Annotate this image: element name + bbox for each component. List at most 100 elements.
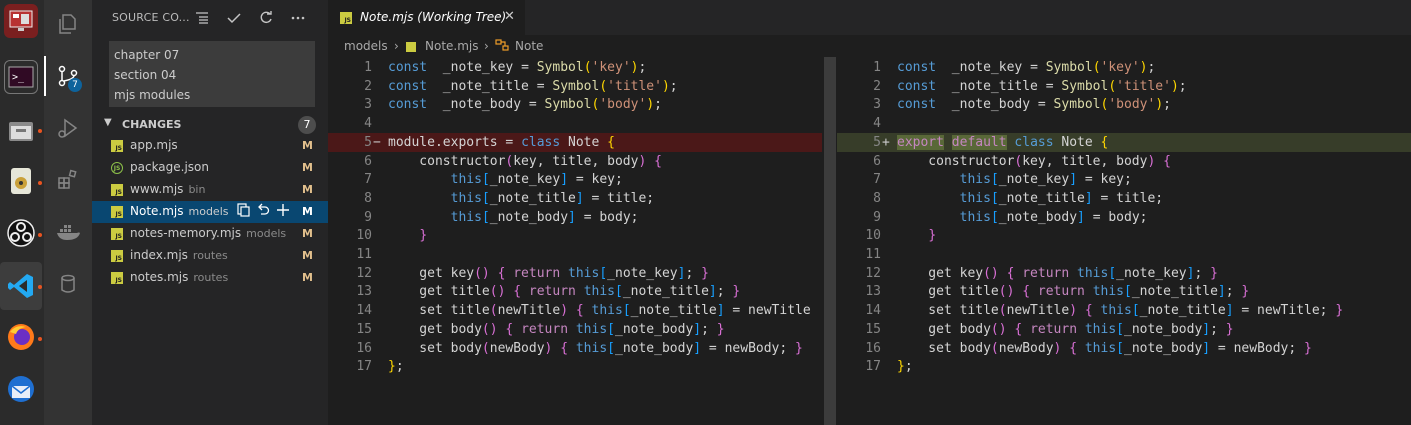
code-token: this <box>1092 284 1124 300</box>
code-line[interactable]: 17}; <box>837 357 1411 376</box>
code-line[interactable]: 6 constructor(key, title, body) { <box>328 152 822 171</box>
refresh-icon[interactable] <box>256 8 276 28</box>
breadcrumb-item[interactable]: Note.mjs <box>425 39 479 53</box>
code-text: constructor(key, title, body) { <box>897 152 1171 171</box>
diff-line-removed[interactable]: 5− module.exports = class Note { <box>328 132 822 152</box>
code-line[interactable]: 2 const _note_title = Symbol('title'); <box>328 77 822 96</box>
scrollbar-thumb[interactable] <box>824 57 836 425</box>
code-line[interactable]: 10 } <box>328 226 822 245</box>
code-line[interactable]: 3 const _note_body = Symbol('body'); <box>837 95 1411 114</box>
dock-files-icon[interactable] <box>4 114 38 148</box>
code-line[interactable]: 7 this[_note_key] = key; <box>837 170 1411 189</box>
editor-tab[interactable]: JS Note.mjs (Working Tree) ✕ <box>328 0 525 35</box>
code-line[interactable]: 17}; <box>328 357 822 376</box>
source-control-icon[interactable] <box>44 56 92 96</box>
code-text: this[_note_body] = body; <box>388 208 639 227</box>
code-line[interactable]: 16 set body(newBody) { this[_note_body] … <box>837 339 1411 358</box>
chevron-right-icon: › <box>484 39 489 53</box>
code-line[interactable]: 2 const _note_title = Symbol('title'); <box>837 77 1411 96</box>
code-token: { <box>607 134 615 150</box>
database-icon[interactable] <box>44 264 92 304</box>
diff-line-added[interactable]: 5 + export default class Note { <box>837 132 1411 152</box>
code-token: _note_title <box>427 78 537 94</box>
changes-section-header[interactable]: ▼ CHANGES 7 <box>92 114 328 136</box>
file-status: M <box>302 183 313 196</box>
explorer-icon[interactable] <box>44 4 92 44</box>
diff-scrollbar[interactable] <box>822 57 837 425</box>
code-line[interactable]: 1 const _note_key = Symbol('key'); <box>837 58 1411 77</box>
code-token: = title; <box>583 190 655 206</box>
commit-message-input[interactable]: chapter 07 section 04 mjs modules <box>109 41 315 107</box>
more-actions-icon[interactable] <box>288 8 308 28</box>
view-as-tree-icon[interactable] <box>192 8 212 28</box>
line-number: 13 <box>865 284 881 300</box>
close-icon[interactable]: ✕ <box>504 9 515 24</box>
code-line[interactable]: 8 this[_note_title] = title; <box>837 189 1411 208</box>
code-text: get body() { return this[_note_body]; } <box>897 320 1233 339</box>
open-file-icon[interactable] <box>236 203 250 221</box>
code-token: ; <box>1178 78 1187 94</box>
code-line[interactable]: 15 get body() { return this[_note_body];… <box>328 320 822 339</box>
code-line[interactable]: 10 } <box>837 226 1411 245</box>
code-text: module.exports = class Note { <box>388 133 615 152</box>
file-dir: bin <box>188 183 206 196</box>
code-line[interactable]: 6 constructor(key, title, body) { <box>837 152 1411 171</box>
code-line[interactable]: 11 <box>837 245 1411 264</box>
code-text: set body(newBody) { this[_note_body] = n… <box>388 339 803 358</box>
code-token: ) <box>1155 97 1164 113</box>
changed-file-row[interactable]: JS index.mjs routes M <box>92 245 328 267</box>
code-line[interactable]: 1 const _note_key = Symbol('key'); <box>328 58 822 77</box>
code-line[interactable]: 12 get key() { return this[_note_key]; } <box>328 264 822 283</box>
dock-vscode-icon[interactable] <box>4 269 38 303</box>
stage-changes-icon[interactable] <box>276 203 290 221</box>
code-line[interactable]: 9 this[_note_body] = body; <box>837 208 1411 227</box>
run-debug-icon[interactable] <box>44 108 92 148</box>
code-token: ] <box>1202 340 1211 356</box>
discard-changes-icon[interactable] <box>256 203 270 221</box>
changed-file-row[interactable]: JS package.json M <box>92 157 328 179</box>
diff-modified-pane[interactable]: 1 const _note_key = Symbol('key'); 2 const … <box>837 57 1411 425</box>
dock-rhythmbox-icon[interactable] <box>4 164 38 198</box>
line-number: 2 <box>873 78 881 94</box>
dock-terminal-icon[interactable]: >_ <box>4 60 38 94</box>
dock-app-presentation-icon[interactable] <box>4 4 38 38</box>
js-file-icon: JS <box>111 250 123 262</box>
changed-file-row[interactable]: JS www.mjs bin M <box>92 179 328 201</box>
code-line[interactable]: 9 this[_note_body] = body; <box>328 208 822 227</box>
code-line[interactable]: 3 const _note_body = Symbol('body'); <box>328 95 822 114</box>
code-line[interactable]: 8 this[_note_title] = title; <box>328 189 822 208</box>
code-line[interactable]: 4 <box>837 114 1411 133</box>
changed-file-row-selected[interactable]: JS Note.mjs models M <box>92 201 328 223</box>
code-line[interactable]: 11 <box>328 245 822 264</box>
diff-original-pane[interactable]: 1 const _note_key = Symbol('key'); 2 const … <box>328 57 822 425</box>
code-line[interactable]: 16 set body(newBody) { this[_note_body] … <box>328 339 822 358</box>
extensions-icon[interactable] <box>44 160 92 200</box>
code-line[interactable]: 13 get title() { return this[_note_title… <box>837 282 1411 301</box>
code-line[interactable]: 12 get key() { return this[_note_key]; } <box>837 264 1411 283</box>
code-text: this[_note_title] = title; <box>897 189 1164 208</box>
line-number: 15 <box>356 321 372 337</box>
js-file-icon: JS <box>111 206 123 218</box>
changed-file-row[interactable]: JS app.mjs M <box>92 135 328 157</box>
docker-icon[interactable] <box>44 212 92 252</box>
code-line[interactable]: 13 get title() { return this[_note_title… <box>328 282 822 301</box>
code-token: default <box>951 134 1007 150</box>
dock-firefox-icon[interactable] <box>4 320 38 354</box>
code-line[interactable]: 4 <box>328 114 822 133</box>
dock-obs-icon[interactable] <box>4 216 38 250</box>
code-line[interactable]: 7 this[_note_key] = key; <box>328 170 822 189</box>
changed-file-row[interactable]: JS notes.mjs routes M <box>92 267 328 289</box>
changed-file-row[interactable]: JS notes-memory.mjs models M <box>92 223 328 245</box>
code-text: export default class Note { <box>897 133 1108 152</box>
code-token: 'key' <box>1100 60 1140 75</box>
code-token: this <box>575 340 608 356</box>
code-token: ( <box>998 303 1007 319</box>
code-line[interactable]: 14 set title(newTitle) { this[_note_titl… <box>328 301 822 320</box>
code-line[interactable]: 15 get body() { return this[_note_body];… <box>837 320 1411 339</box>
dock-thunderbird-icon[interactable] <box>4 372 38 406</box>
breadcrumb-item[interactable]: Note <box>515 39 543 53</box>
breadcrumb-item[interactable]: models <box>344 39 388 53</box>
code-line[interactable]: 14 set title(newTitle) { this[_note_titl… <box>837 301 1411 320</box>
commit-check-icon[interactable] <box>224 8 244 28</box>
